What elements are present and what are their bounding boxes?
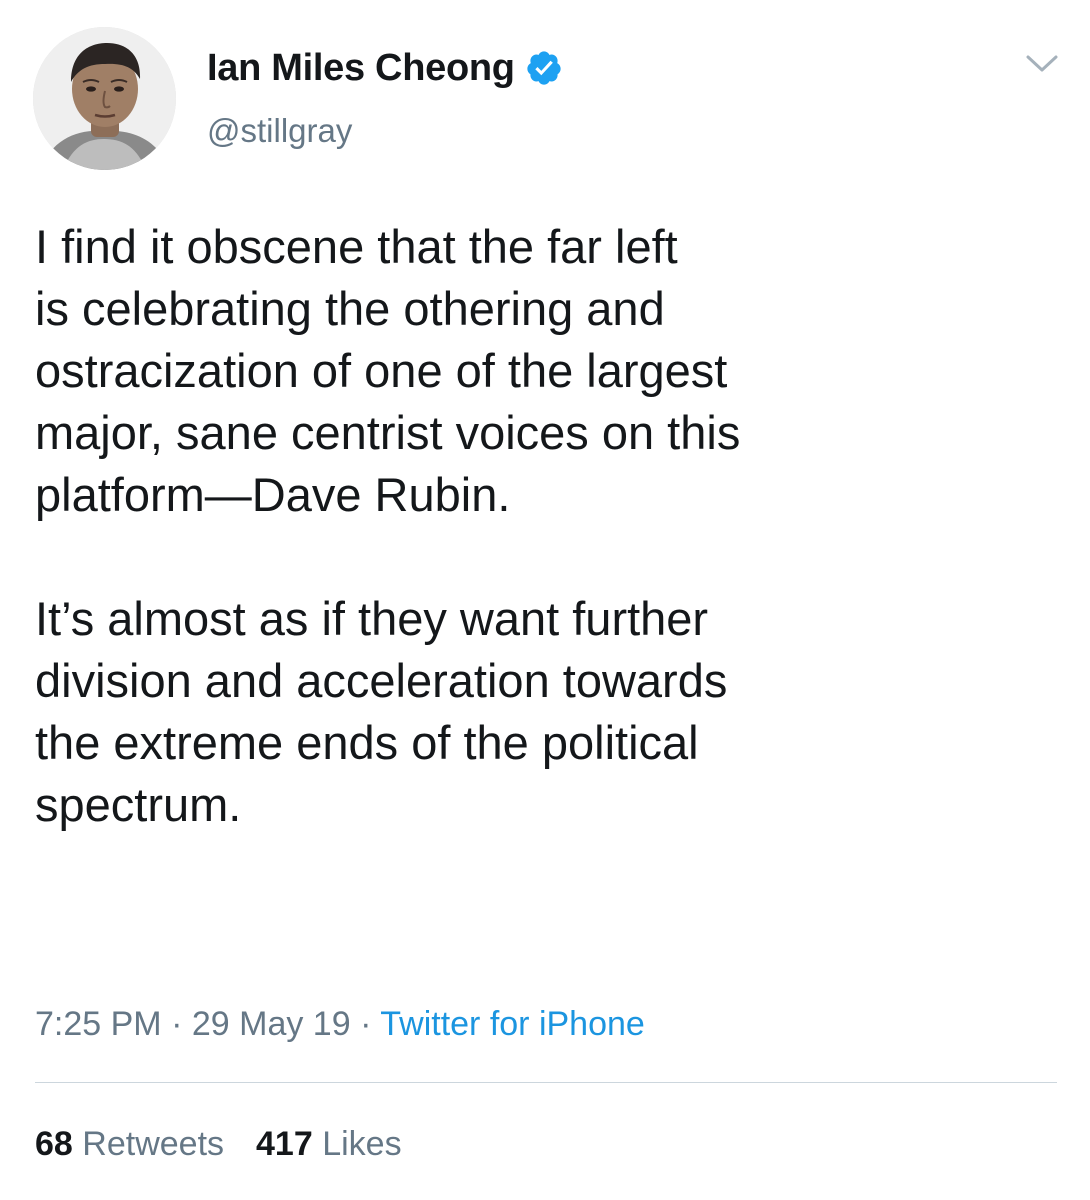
avatar-photo <box>33 27 176 170</box>
tweet-paragraph-1: I find it obscene that the far left is c… <box>35 220 741 521</box>
author-handle[interactable]: @stillgray <box>207 112 352 150</box>
avatar[interactable] <box>33 27 176 170</box>
verified-badge-icon <box>525 49 563 87</box>
likes-count: 417 <box>256 1125 313 1163</box>
retweets-stat[interactable]: 68 Retweets <box>35 1125 224 1163</box>
likes-stat[interactable]: 417 Likes <box>256 1125 402 1163</box>
meta-separator: · <box>171 1005 183 1043</box>
meta-separator: · <box>360 1005 372 1043</box>
tweet-paragraph-2: It’s almost as if they want further divi… <box>35 592 728 831</box>
tweet-meta: 7:25 PM · 29 May 19 · Twitter for iPhone <box>35 1002 645 1046</box>
tweet-time[interactable]: 7:25 PM <box>35 1005 162 1043</box>
chevron-down-icon[interactable] <box>1025 52 1059 76</box>
tweet-date[interactable]: 29 May 19 <box>192 1005 351 1043</box>
author-name-row: Ian Miles Cheong <box>207 44 563 92</box>
retweets-count: 68 <box>35 1125 73 1163</box>
retweets-label: Retweets <box>82 1125 225 1163</box>
likes-label: Likes <box>322 1125 402 1163</box>
author-display-name[interactable]: Ian Miles Cheong <box>207 47 515 90</box>
tweet-source-link[interactable]: Twitter for iPhone <box>380 1005 645 1043</box>
tweet-stats: 68 Retweets 417 Likes <box>35 1122 402 1166</box>
divider <box>35 1082 1057 1083</box>
tweet-text: I find it obscene that the far left is c… <box>35 216 1045 836</box>
